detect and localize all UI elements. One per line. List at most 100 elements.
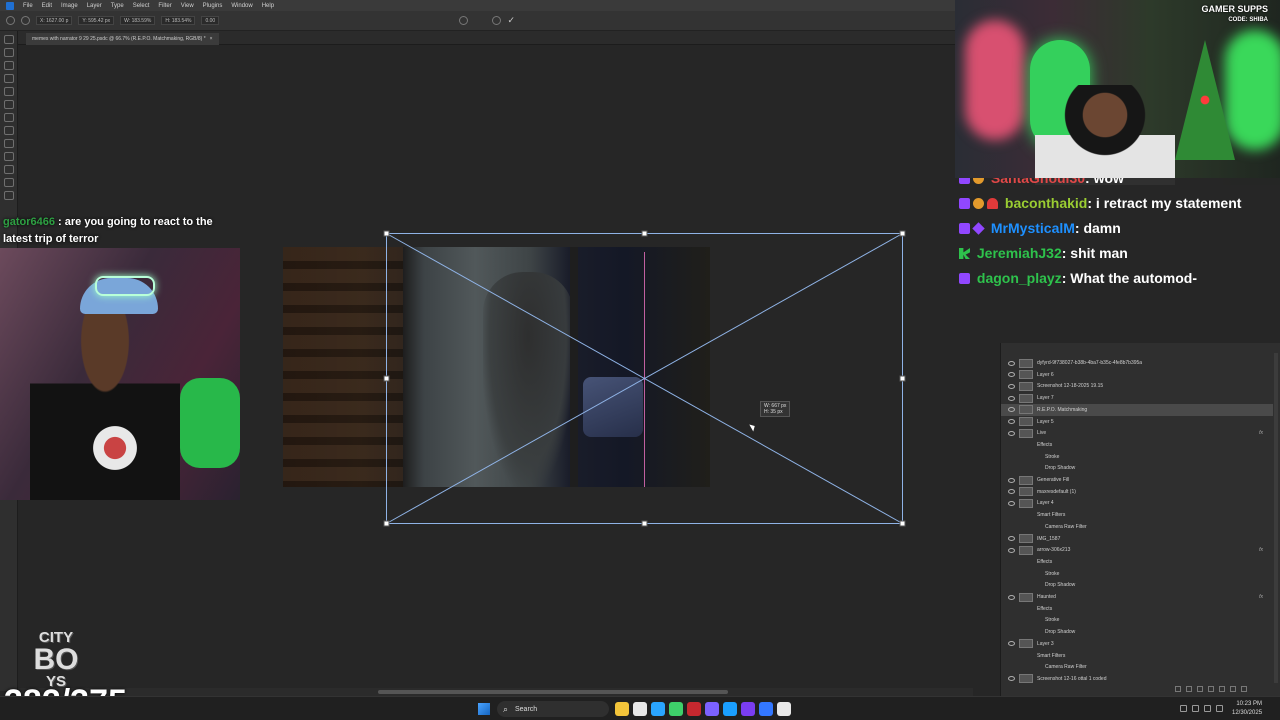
width-field[interactable]: W: 183.59% [120, 16, 156, 25]
taskbar-app-icon[interactable] [669, 702, 683, 716]
menu-filter[interactable]: Filter [158, 3, 171, 9]
visibility-eye-icon[interactable] [1008, 430, 1015, 436]
commit-transform-icon[interactable]: ✓ [507, 15, 515, 26]
y-position-field[interactable]: Y: 595.42 px [78, 16, 115, 25]
taskbar-app-icon[interactable] [741, 702, 755, 716]
layer-row[interactable]: Screenshot 12-16 ottal 1 coded [1001, 673, 1273, 685]
taskbar-app-icon[interactable] [705, 702, 719, 716]
link-layers-icon[interactable] [1175, 686, 1181, 692]
document-tab[interactable]: memes with narrator 9 29 25.psdc @ 66.7%… [26, 33, 219, 45]
visibility-eye-icon[interactable] [1008, 360, 1015, 366]
layer-row[interactable]: Layer 5 [1001, 416, 1273, 428]
visibility-eye-icon[interactable] [1008, 395, 1015, 401]
layer-row[interactable]: Live fx [1001, 427, 1273, 439]
layer-row[interactable]: Layer 6 [1001, 369, 1273, 381]
volume-icon[interactable] [1204, 705, 1211, 712]
move-tool-icon[interactable] [3, 35, 14, 44]
menu-type[interactable]: Type [111, 3, 124, 9]
layer-row[interactable]: Smart Filters [1001, 509, 1273, 521]
layer-row[interactable]: Effects [1001, 556, 1273, 568]
rotation-field[interactable]: 0.00 [201, 16, 220, 25]
taskbar-app-icon[interactable] [759, 702, 773, 716]
layer-row[interactable]: Effects [1001, 603, 1273, 615]
taskbar-app-icon[interactable] [633, 702, 647, 716]
menu-plugins[interactable]: Plugins [203, 3, 223, 9]
visibility-eye-icon[interactable] [1008, 500, 1015, 506]
layers-scrollbar[interactable] [1274, 353, 1278, 683]
taskbar-app-icon[interactable] [723, 702, 737, 716]
eyedropper-tool-icon[interactable] [3, 113, 14, 122]
layer-row[interactable]: Smart Filters [1001, 650, 1273, 662]
layer-row[interactable]: Stroke [1001, 614, 1273, 626]
taskbar-app-icon[interactable] [651, 702, 665, 716]
network-icon[interactable] [1192, 705, 1199, 712]
menu-help[interactable]: Help [262, 3, 274, 9]
magic-wand-tool-icon[interactable] [3, 74, 14, 83]
layer-row[interactable]: Stroke [1001, 451, 1273, 463]
cancel-transform-icon[interactable] [492, 16, 502, 25]
battery-icon[interactable] [1216, 705, 1223, 712]
layer-row[interactable]: Stroke [1001, 568, 1273, 580]
frame-tool-icon[interactable] [3, 100, 14, 109]
eraser-tool-icon[interactable] [3, 178, 14, 187]
layer-row[interactable]: Haunted fx [1001, 591, 1273, 603]
layer-row[interactable]: Camera Raw Filter [1001, 661, 1273, 673]
visibility-eye-icon[interactable] [1008, 676, 1015, 682]
layer-row[interactable]: Layer 7 [1001, 392, 1273, 404]
x-position-field[interactable]: X: 1627.00 p [36, 16, 73, 25]
marquee-tool-icon[interactable] [3, 48, 14, 57]
layer-row[interactable]: Layer 3 [1001, 638, 1273, 650]
layer-row[interactable]: Effects [1001, 439, 1273, 451]
visibility-eye-icon[interactable] [1008, 489, 1015, 495]
healing-tool-icon[interactable] [3, 126, 14, 135]
brush-tool-icon[interactable] [3, 139, 14, 148]
lasso-tool-icon[interactable] [3, 61, 14, 70]
fx-icon[interactable] [1186, 686, 1192, 692]
height-field[interactable]: H: 183.54% [161, 16, 196, 25]
layer-row[interactable]: Layer 4 [1001, 497, 1273, 509]
menu-layer[interactable]: Layer [87, 3, 102, 9]
taskbar-app-icon[interactable] [687, 702, 701, 716]
new-layer-icon[interactable] [1230, 686, 1236, 692]
home-icon[interactable] [6, 16, 15, 25]
layer-row[interactable]: Drop Shadow [1001, 462, 1273, 474]
layer-row[interactable]: dyfyrd-9f738027-b38b-4ba7-b35c-4fe8b7b39… [1001, 357, 1273, 369]
visibility-eye-icon[interactable] [1008, 407, 1015, 413]
warp-icon[interactable] [459, 16, 469, 25]
layer-row[interactable]: R.E.P.O. Matchmaking [1001, 403, 1273, 416]
menu-view[interactable]: View [181, 3, 194, 9]
visibility-eye-icon[interactable] [1008, 477, 1015, 483]
taskbar-search[interactable]: Search [497, 701, 609, 717]
placed-image-repo-matchmaking[interactable] [283, 247, 710, 487]
layer-row[interactable]: maxresdefault (1) [1001, 486, 1273, 498]
menu-window[interactable]: Window [231, 3, 252, 9]
fx-badge-icon[interactable]: fx [1259, 547, 1263, 553]
layer-row[interactable]: Drop Shadow [1001, 579, 1273, 591]
scrollbar-thumb[interactable] [378, 690, 728, 694]
menu-image[interactable]: Image [61, 3, 78, 9]
layer-row[interactable]: Generative Fill [1001, 474, 1273, 486]
delete-layer-icon[interactable] [1241, 686, 1247, 692]
layer-row[interactable]: Screenshot 12-18-2025 19.15 [1001, 380, 1273, 392]
fx-badge-icon[interactable]: fx [1259, 430, 1263, 436]
layer-row[interactable]: arrow-306x213 fx [1001, 544, 1273, 556]
menu-edit[interactable]: Edit [42, 3, 52, 9]
group-icon[interactable] [1219, 686, 1225, 692]
visibility-eye-icon[interactable] [1008, 594, 1015, 600]
visibility-eye-icon[interactable] [1008, 536, 1015, 541]
layer-row[interactable]: Camera Raw Filter [1001, 521, 1273, 533]
visibility-eye-icon[interactable] [1008, 641, 1015, 647]
horizontal-scrollbar[interactable] [18, 688, 973, 696]
visibility-eye-icon[interactable] [1008, 419, 1015, 424]
layer-row[interactable]: Drop Shadow [1001, 626, 1273, 638]
reference-point-icon[interactable] [21, 16, 30, 25]
mask-icon[interactable] [1197, 686, 1203, 692]
taskbar-app-icon[interactable] [777, 702, 791, 716]
start-button[interactable] [478, 703, 490, 715]
stamp-tool-icon[interactable] [3, 152, 14, 161]
menu-select[interactable]: Select [133, 3, 150, 9]
history-brush-icon[interactable] [3, 165, 14, 174]
crop-tool-icon[interactable] [3, 87, 14, 96]
fx-badge-icon[interactable]: fx [1259, 594, 1263, 600]
visibility-eye-icon[interactable] [1008, 383, 1015, 389]
